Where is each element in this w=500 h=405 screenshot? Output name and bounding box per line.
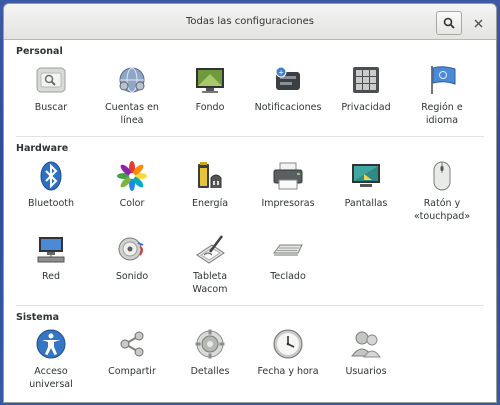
panel-red[interactable]: Red bbox=[11, 231, 91, 283]
panel-tableta-wacom[interactable]: Tableta Wacom bbox=[170, 231, 250, 296]
panel-label: Notificaciones bbox=[254, 102, 322, 113]
color-icon bbox=[114, 158, 150, 194]
displays-icon bbox=[348, 158, 384, 194]
panel-label: Privacidad bbox=[341, 102, 391, 113]
panel-pantallas[interactable]: Pantallas bbox=[326, 158, 406, 210]
power-icon bbox=[192, 158, 228, 194]
clock-icon bbox=[270, 326, 306, 362]
privacy-icon bbox=[348, 62, 384, 98]
panel-privacidad[interactable]: Privacidad bbox=[326, 62, 406, 114]
panel-fecha-y-hora[interactable]: Fecha y hora bbox=[248, 326, 328, 378]
mouse-icon bbox=[424, 158, 460, 194]
sound-icon bbox=[114, 231, 150, 267]
panel-cuentas-en-linea[interactable]: Cuentas en línea bbox=[92, 62, 172, 127]
panel-raton-y-touchpad[interactable]: Ratón y «touchpad» bbox=[402, 158, 482, 223]
panel-label: Ratón y «touchpad» bbox=[413, 198, 471, 222]
online-accounts-icon bbox=[114, 62, 150, 98]
panel-label: Teclado bbox=[270, 271, 306, 282]
panel-bluetooth[interactable]: Bluetooth bbox=[11, 158, 91, 210]
background-icon bbox=[192, 62, 228, 98]
panel-notificaciones[interactable]: + Notificaciones bbox=[248, 62, 328, 114]
search-settings-icon bbox=[33, 62, 69, 98]
panel-label: Cuentas en línea bbox=[105, 102, 159, 126]
section-separator bbox=[16, 136, 484, 137]
panel-label: Usuarios bbox=[345, 366, 387, 377]
users-icon bbox=[348, 326, 384, 362]
panel-region-e-idioma[interactable]: Región e idioma bbox=[402, 62, 482, 127]
panel-label: Red bbox=[41, 271, 61, 282]
panel-compartir[interactable]: Compartir bbox=[92, 326, 172, 378]
panel-detalles[interactable]: Detalles bbox=[170, 326, 250, 378]
panel-label: Bluetooth bbox=[27, 198, 75, 209]
panel-color[interactable]: Color bbox=[92, 158, 172, 210]
region-language-icon bbox=[424, 62, 460, 98]
panel-label: Compartir bbox=[108, 366, 156, 377]
panel-usuarios[interactable]: Usuarios bbox=[326, 326, 406, 378]
panel-label: Fecha y hora bbox=[257, 366, 319, 377]
section-title-personal: Personal bbox=[16, 46, 63, 57]
window-title: Todas las configuraciones bbox=[186, 16, 314, 27]
panel-label: Región e idioma bbox=[421, 102, 463, 126]
panel-label: Tableta Wacom bbox=[192, 271, 228, 295]
panel-label: Acceso universal bbox=[29, 366, 73, 390]
section-separator bbox=[16, 305, 484, 306]
settings-window: Todas las configuraciones Personal Busca… bbox=[3, 3, 497, 403]
panel-energia[interactable]: Energía bbox=[170, 158, 250, 210]
panel-label: Impresoras bbox=[261, 198, 315, 209]
close-icon bbox=[474, 19, 482, 27]
panel-label: Energía bbox=[191, 198, 229, 209]
section-title-sistema: Sistema bbox=[16, 312, 60, 323]
titlebar: Todas las configuraciones bbox=[4, 4, 496, 40]
panel-fondo[interactable]: Fondo bbox=[170, 62, 250, 114]
panel-label: Color bbox=[119, 198, 145, 209]
notifications-icon: + bbox=[270, 62, 306, 98]
keyboard-icon bbox=[270, 231, 306, 267]
printer-icon bbox=[270, 158, 306, 194]
panel-buscar[interactable]: Buscar bbox=[11, 62, 91, 114]
panel-label: Pantallas bbox=[344, 198, 388, 209]
network-icon bbox=[33, 231, 69, 267]
panel-acceso-universal[interactable]: Acceso universal bbox=[11, 326, 91, 391]
panel-label: Fondo bbox=[195, 102, 225, 113]
search-icon bbox=[443, 17, 455, 29]
panel-label: Sonido bbox=[115, 271, 149, 282]
universal-access-icon bbox=[33, 326, 69, 362]
search-button[interactable] bbox=[436, 11, 462, 35]
panel-impresoras[interactable]: Impresoras bbox=[248, 158, 328, 210]
panel-sonido[interactable]: Sonido bbox=[92, 231, 172, 283]
panel-label: Detalles bbox=[190, 366, 230, 377]
panel-label: Buscar bbox=[34, 102, 68, 113]
panel-teclado[interactable]: Teclado bbox=[248, 231, 328, 283]
settings-content: Personal Buscar Cuentas en línea Fondo +… bbox=[4, 40, 496, 402]
close-button[interactable] bbox=[470, 15, 486, 31]
sharing-icon bbox=[114, 326, 150, 362]
section-title-hardware: Hardware bbox=[16, 143, 69, 154]
svg-text:+: + bbox=[278, 69, 284, 77]
wacom-tablet-icon bbox=[192, 231, 228, 267]
bluetooth-icon bbox=[33, 158, 69, 194]
details-icon bbox=[192, 326, 228, 362]
